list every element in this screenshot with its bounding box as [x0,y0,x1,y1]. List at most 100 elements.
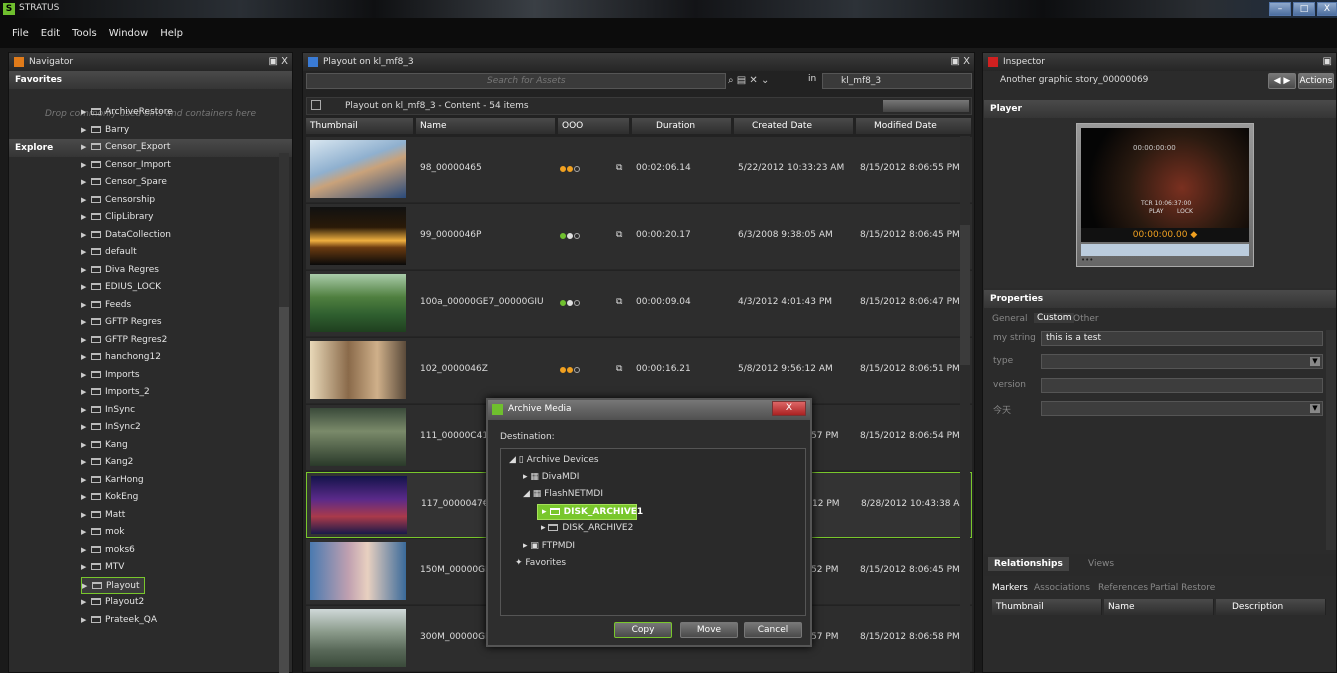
tree-item[interactable]: ▶ Diva Regres [81,262,159,279]
tree-item[interactable]: ▶ GFTP Regres2 [81,332,167,349]
move-button[interactable]: Move [680,622,738,638]
expand-arrow-icon[interactable]: ▶ [81,192,91,209]
copy-button[interactable]: Copy [614,622,672,638]
expand-arrow-icon[interactable]: ▶ [81,244,91,261]
type-field[interactable]: ▼ [1041,354,1323,369]
expand-arrow-icon[interactable]: ▶ [81,384,91,401]
my-string-field[interactable]: this is a test [1041,331,1323,346]
asset-scroll-thumb[interactable] [960,225,970,365]
expand-arrow-icon[interactable]: ▶ [81,174,91,191]
tree-item[interactable]: ▶ EDIUS_LOCK [81,279,161,296]
tab-associations[interactable]: Associations [1034,583,1090,593]
expand-arrow-icon[interactable]: ▶ [81,139,91,156]
tree-item[interactable]: ▶ Kang2 [81,454,133,471]
expand-arrow-icon[interactable]: ▶ [81,419,91,436]
tree-flashnetmdi[interactable]: ◢ ▦ FlashNETMDI [523,489,603,499]
tree-item[interactable]: ▶ Matt [81,507,125,524]
actions-button[interactable]: Actions [1298,73,1334,89]
tree-item[interactable]: ▶ moks6 [81,542,135,559]
expand-arrow-icon[interactable]: ▶ [81,349,91,366]
panel-controls-icon[interactable]: ▣ [1323,53,1332,71]
tree-archive-devices[interactable]: ◢ ▯ Archive Devices [509,455,599,465]
tree-item[interactable]: ▶ Censor_Export [81,139,170,156]
expand-arrow-icon[interactable]: ▶ [81,402,91,419]
tree-item[interactable]: ▶ Censorship [81,192,155,209]
table-row[interactable]: 98_00000465 ⧉ 00:02:06.14 5/22/2012 10:33:2… [306,137,972,203]
asset-scrollbar[interactable] [960,136,970,673]
tree-item[interactable]: ▶ GFTP Regres [81,314,162,331]
expand-arrow-icon[interactable]: ▶ [81,612,91,629]
expand-arrow-icon[interactable]: ▶ [81,262,91,279]
tree-item[interactable]: ▶ InSync [81,402,135,419]
tree-item[interactable]: ▶ Playout [81,576,145,595]
tree-item[interactable]: ▶ Imports_2 [81,384,150,401]
col-modified[interactable]: Modified Date [856,118,972,134]
menu-edit[interactable]: Edit [41,28,60,39]
expand-arrow-icon[interactable]: ▶ [81,507,91,524]
today-field[interactable]: ▼ [1041,401,1323,416]
chevron-down-icon[interactable]: ▼ [1310,404,1320,413]
view-mode-icon[interactable] [311,100,321,110]
search-tools-icon[interactable]: ⌕ ▤ ✕ ⌄ [728,73,808,89]
expand-arrow-icon[interactable]: ▶ [81,157,91,174]
marker-col-thumbnail[interactable]: Thumbnail [992,599,1102,615]
chevron-down-icon[interactable]: ▼ [1310,357,1320,366]
menu-window[interactable]: Window [109,28,148,39]
expand-arrow-icon[interactable]: ▶ [81,367,91,384]
expand-arrow-icon[interactable]: ▶ [81,122,91,139]
panel-controls-icon[interactable]: ▣ X [951,53,970,71]
player-timecode[interactable]: 00:00:00.00 ◆ [1081,228,1249,242]
expand-arrow-icon[interactable]: ▶ [81,489,91,506]
content-nav-buttons[interactable] [883,100,969,112]
navigator-scroll-thumb[interactable] [279,307,289,673]
tree-disk-archive2[interactable]: ▸ DISK_ARCHIVE2 [541,523,633,533]
close-window-button[interactable]: X [1317,2,1337,16]
expand-arrow-icon[interactable]: ▶ [81,279,91,296]
tree-item[interactable]: ▶ KokEng [81,489,138,506]
expand-arrow-icon[interactable]: ▶ [81,472,91,489]
table-row[interactable]: 100a_00000GE7_00000GIU ⧉ 00:00:09.04 4/3/20… [306,271,972,337]
tree-item[interactable]: ▶ Feeds [81,297,131,314]
tab-other[interactable]: Other [1073,314,1099,324]
tree-item[interactable]: ▶ Prateek_QA [81,612,157,629]
tree-item[interactable]: ▶ MTV [81,559,124,576]
properties-scrollbar[interactable] [1326,330,1336,550]
expand-arrow-icon[interactable]: ▶ [81,437,91,454]
tab-relationships[interactable]: Relationships [988,557,1069,571]
expand-arrow-icon[interactable]: ▶ [81,454,91,471]
expand-arrow-icon[interactable]: ▶ [81,227,91,244]
maximize-button[interactable]: □ [1293,2,1315,16]
table-row[interactable]: 99_0000046P ⧉ 00:00:20.17 6/3/2008 9:38:05 … [306,204,972,270]
col-name[interactable]: Name [416,118,556,134]
expand-arrow-icon[interactable]: ▶ [82,578,92,595]
col-status[interactable]: OOO [558,118,630,134]
tree-item[interactable]: ▶ Barry [81,122,129,139]
tree-divamdi[interactable]: ▸ ▦ DivaMDI [523,472,579,482]
tree-item[interactable]: ▶ mok [81,524,125,541]
tree-item[interactable]: ▶ hanchong12 [81,349,161,366]
tree-favorites[interactable]: ✦ Favorites [515,558,566,568]
panel-controls-icon[interactable]: ▣ X [269,53,288,71]
tree-item[interactable]: ▶ ArchiveRestore [81,104,173,121]
tree-item[interactable]: ▶ Imports [81,367,140,384]
marker-col-name[interactable]: Name [1104,599,1214,615]
tree-ftpmdi[interactable]: ▸ ▣ FTPMDI [523,541,575,551]
expand-arrow-icon[interactable]: ▶ [81,332,91,349]
search-input[interactable]: Search for Assets [306,73,726,89]
tree-item[interactable]: ▶ KarHong [81,472,144,489]
tree-item[interactable]: ▶ InSync2 [81,419,141,436]
col-duration[interactable]: Duration [632,118,732,134]
tab-markers[interactable]: Markers [992,583,1028,593]
tab-views[interactable]: Views [1088,559,1114,569]
expand-arrow-icon[interactable]: ▶ [81,524,91,541]
tab-general[interactable]: General [992,314,1027,324]
expand-arrow-icon[interactable]: ▶ [81,104,91,121]
marker-col-description[interactable]: Description [1216,599,1326,615]
inspector-nav-buttons[interactable]: ◀ ▶ [1268,73,1296,89]
favorites-section[interactable]: Favorites [9,71,292,89]
cancel-button[interactable]: Cancel [744,622,802,638]
expand-arrow-icon[interactable]: ▶ [81,542,91,559]
tree-item[interactable]: ▶ ClipLibrary [81,209,153,226]
tree-item[interactable]: ▶ DataCollection [81,227,171,244]
player-scrubber[interactable] [1081,244,1249,256]
